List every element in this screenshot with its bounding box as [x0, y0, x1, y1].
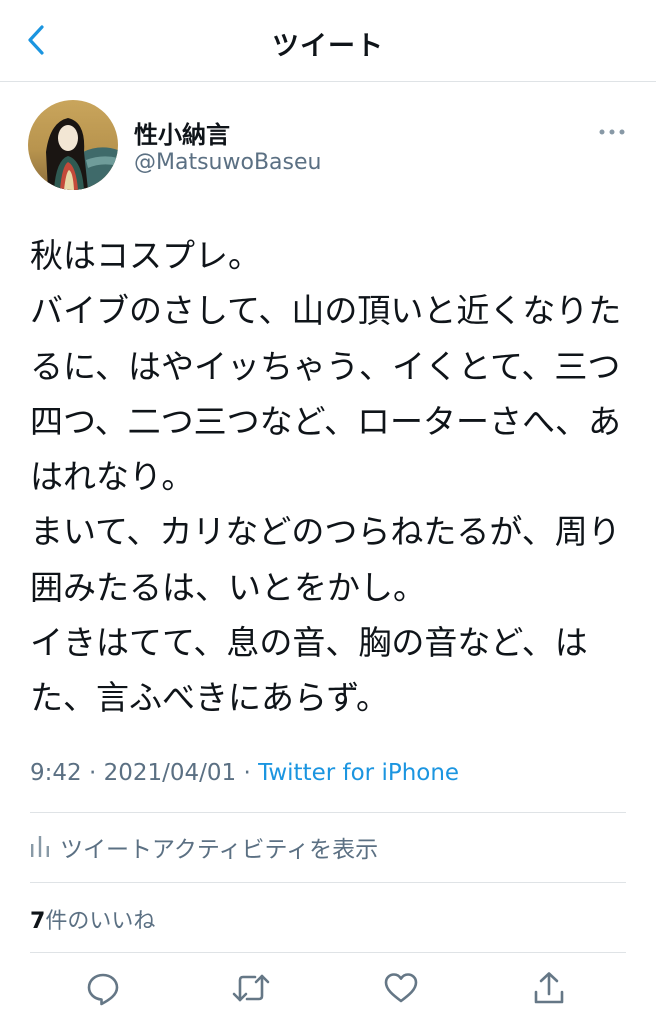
share-button[interactable]	[529, 970, 569, 1010]
tweet-time: 9:42	[30, 760, 82, 786]
reply-button[interactable]	[83, 970, 123, 1010]
tweet-activity-label: ツイートアクティビティを表示	[60, 837, 379, 863]
tweet-text: 秋はコスプレ。 バイブのさして、山の頂いと近くなりたるに、はやイッちゃう、イくと…	[30, 236, 622, 718]
meta-separator: ·	[243, 760, 251, 786]
tweet-source-link[interactable]: Twitter for iPhone	[258, 760, 459, 786]
divider	[30, 952, 626, 953]
tweet-date: 2021/04/01	[103, 760, 237, 786]
meta-separator: ·	[88, 760, 97, 786]
retweet-icon	[231, 970, 271, 1010]
author-display-name[interactable]: 性小納言	[134, 115, 230, 150]
avatar[interactable]	[28, 100, 118, 190]
more-horizontal-icon	[598, 121, 626, 140]
divider	[30, 812, 626, 813]
author-handle[interactable]: @MatsuwoBaseu	[134, 150, 321, 175]
likes-count: 7	[30, 909, 46, 934]
more-options-button[interactable]	[594, 118, 630, 142]
retweet-button[interactable]	[231, 970, 271, 1010]
top-bar: ツイート	[0, 0, 656, 82]
page-title: ツイート	[272, 31, 384, 62]
like-button[interactable]	[381, 970, 421, 1010]
likes-count-link[interactable]: 7件のいいね	[30, 903, 155, 935]
divider	[30, 882, 626, 883]
share-icon	[531, 970, 567, 1010]
likes-label: 件のいいね	[45, 909, 156, 934]
tweet-activity-link[interactable]: ツイートアクティビティを表示	[30, 830, 378, 864]
bar-chart-icon	[30, 832, 50, 862]
reply-icon	[85, 970, 121, 1010]
tweet-meta: 9:42 · 2021/04/01 · Twitter for iPhone	[30, 760, 459, 786]
like-icon	[383, 970, 419, 1010]
